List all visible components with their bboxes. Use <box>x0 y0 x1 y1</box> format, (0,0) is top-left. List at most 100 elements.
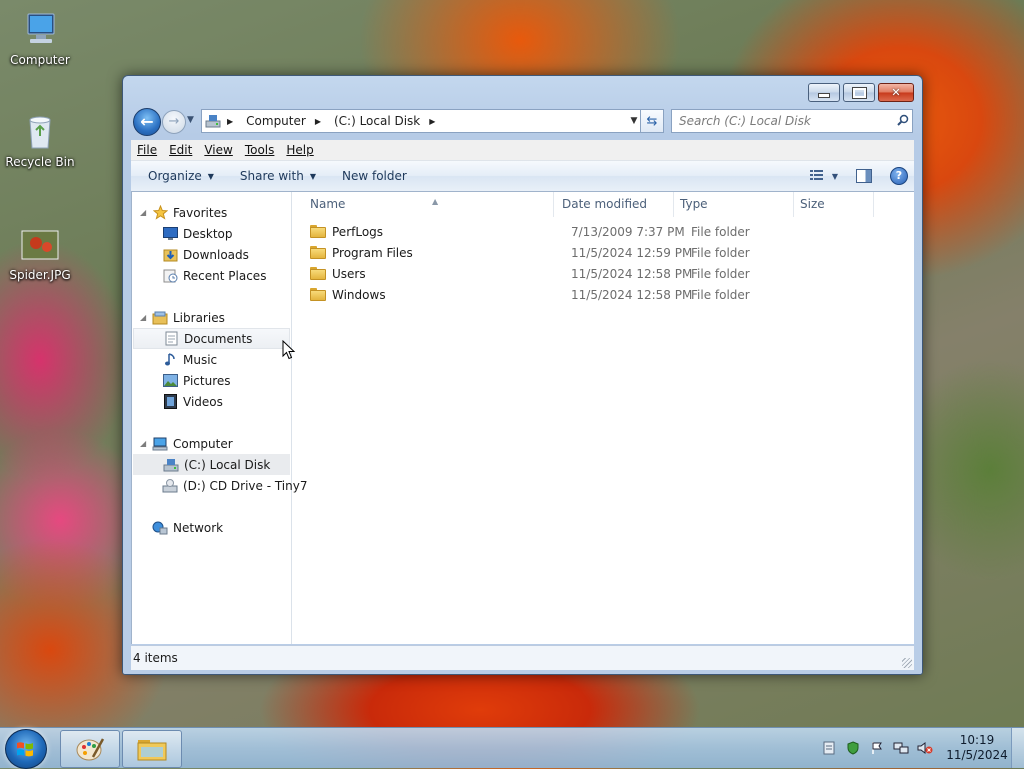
search-input[interactable] <box>672 112 894 130</box>
new-folder-button[interactable]: New folder <box>333 165 416 187</box>
menu-help[interactable]: Help <box>280 143 319 157</box>
pictures-icon <box>162 373 178 388</box>
desktop-icon-recycle-bin[interactable]: Recycle Bin <box>0 112 80 169</box>
file-type: File folder <box>691 245 750 260</box>
share-with-button[interactable]: Share with ▼ <box>231 165 325 187</box>
folder-icon <box>310 225 326 238</box>
desktop-icon-computer[interactable]: Computer <box>0 10 80 67</box>
nav-item-downloads[interactable]: Downloads <box>132 244 291 265</box>
nav-group-favorites: ◢ Favorites Desktop Downloads Recent Pla… <box>132 202 291 286</box>
column-header-name[interactable]: ▲ Name <box>292 192 554 217</box>
taskbar-paint-button[interactable] <box>60 730 120 768</box>
nav-network[interactable]: Network <box>132 517 291 538</box>
collapse-triangle-icon[interactable]: ◢ <box>140 439 152 448</box>
column-label: Date modified <box>562 197 648 211</box>
folder-icon <box>310 246 326 259</box>
computer-icon <box>152 436 168 451</box>
desktop-icon-spider-jpg[interactable]: Spider.JPG <box>0 225 80 282</box>
system-tray: 10:19 11/5/2024 <box>817 728 1024 768</box>
refresh-button[interactable]: ⇆ <box>640 109 664 133</box>
change-view-button[interactable]: ▼ <box>809 169 838 184</box>
file-date: 11/5/2024 12:59 PM <box>571 245 693 260</box>
libraries-icon <box>152 310 168 325</box>
table-row[interactable]: Users 11/5/2024 12:58 PM File folder <box>292 263 914 284</box>
close-button[interactable]: ✕ <box>878 83 914 102</box>
minimize-button[interactable] <box>808 83 840 102</box>
nav-item-desktop[interactable]: Desktop <box>132 223 291 244</box>
preview-pane-icon[interactable] <box>856 169 872 183</box>
clock[interactable]: 10:19 11/5/2024 <box>943 733 1011 763</box>
table-row[interactable]: Windows 11/5/2024 12:58 PM File folder <box>292 284 914 305</box>
table-row[interactable]: Program Files 11/5/2024 12:59 PM File fo… <box>292 242 914 263</box>
image-file-icon <box>20 225 60 265</box>
file-date: 11/5/2024 12:58 PM <box>571 266 693 281</box>
file-rows: PerfLogs 7/13/2009 7:37 PM File folder P… <box>292 221 914 305</box>
nav-item-music[interactable]: Music <box>132 349 291 370</box>
nav-label: Computer <box>173 436 233 451</box>
status-bar: 4 items <box>131 645 914 670</box>
file-name-cell: Windows <box>292 288 554 302</box>
nav-group-libraries: ◢ Libraries Documents Music Pictures Vid… <box>132 307 291 412</box>
menu-label: View <box>204 143 233 157</box>
clipboard-icon[interactable] <box>821 740 837 756</box>
chevron-right-icon: ▶ <box>227 116 234 126</box>
recent-pages-button[interactable]: ▼ <box>187 115 194 125</box>
command-bar-right: ▼ ? <box>809 167 908 185</box>
menu-view[interactable]: View <box>198 143 238 157</box>
cd-drive-icon <box>162 478 178 493</box>
breadcrumb-local-disk[interactable]: (C:) Local Disk ▶ <box>334 114 442 128</box>
nav-item-cd-drive-d[interactable]: (D:) CD Drive - Tiny7 <box>132 475 307 496</box>
resize-grip-icon[interactable] <box>902 658 912 668</box>
network-status-icon[interactable] <box>893 740 909 756</box>
chevron-down-icon: ▼ <box>309 171 316 181</box>
column-header-size[interactable]: Size <box>794 192 874 217</box>
breadcrumb-computer[interactable]: Computer ▶ <box>246 114 328 128</box>
downloads-folder-icon <box>162 247 178 262</box>
network-icon <box>152 520 168 535</box>
chevron-down-icon: ▼ <box>187 115 194 125</box>
breadcrumb-separator[interactable]: ▶ <box>225 117 240 126</box>
forward-arrow-icon: → <box>168 114 180 129</box>
action-center-flag-icon[interactable] <box>869 740 885 756</box>
back-button[interactable]: ← <box>133 108 161 136</box>
nav-label: Network <box>173 520 224 535</box>
nav-libraries[interactable]: ◢ Libraries <box>132 307 291 328</box>
forward-button[interactable]: → <box>162 110 186 134</box>
organize-button[interactable]: Organize ▼ <box>139 165 223 187</box>
nav-item-documents[interactable]: Documents <box>133 328 290 349</box>
start-button[interactable] <box>5 729 47 769</box>
nav-item-pictures[interactable]: Pictures <box>132 370 291 391</box>
search-icon[interactable] <box>894 114 912 129</box>
menu-label: Help <box>286 143 314 157</box>
nav-label: Pictures <box>183 373 231 388</box>
column-header-date-modified[interactable]: Date modified <box>554 192 674 217</box>
nav-item-local-disk-c[interactable]: (C:) Local Disk <box>133 454 290 475</box>
nav-computer[interactable]: ◢ Computer <box>132 433 291 454</box>
table-row[interactable]: PerfLogs 7/13/2009 7:37 PM File folder <box>292 221 914 242</box>
column-header-type[interactable]: Type <box>674 192 794 217</box>
menu-edit[interactable]: Edit <box>163 143 198 157</box>
breadcrumb-label: Computer <box>246 114 306 128</box>
chevron-down-icon: ▼ <box>831 171 838 181</box>
nav-label: Desktop <box>183 226 233 241</box>
menu-file[interactable]: File <box>131 143 163 157</box>
security-shield-icon[interactable] <box>845 740 861 756</box>
taskbar-explorer-button[interactable] <box>122 730 182 768</box>
collapse-triangle-icon[interactable]: ◢ <box>140 208 152 217</box>
collapse-triangle-icon[interactable]: ◢ <box>140 313 152 322</box>
maximize-icon <box>851 86 867 99</box>
address-bar[interactable]: ▶ Computer ▶ (C:) Local Disk ▶ ▼ <box>201 109 643 133</box>
nav-favorites[interactable]: ◢ Favorites <box>132 202 291 223</box>
maximize-button[interactable] <box>843 83 875 102</box>
nav-label: Downloads <box>183 247 249 262</box>
help-icon[interactable]: ? <box>890 167 908 185</box>
menu-tools[interactable]: Tools <box>239 143 281 157</box>
nav-item-videos[interactable]: Videos <box>132 391 291 412</box>
volume-muted-icon[interactable] <box>917 740 933 756</box>
show-desktop-button[interactable] <box>1011 728 1024 768</box>
drive-icon <box>163 457 179 472</box>
nav-item-recent-places[interactable]: Recent Places <box>132 265 291 286</box>
file-type: File folder <box>691 266 750 281</box>
windows-logo-icon <box>17 742 33 757</box>
column-label: Type <box>680 197 708 211</box>
